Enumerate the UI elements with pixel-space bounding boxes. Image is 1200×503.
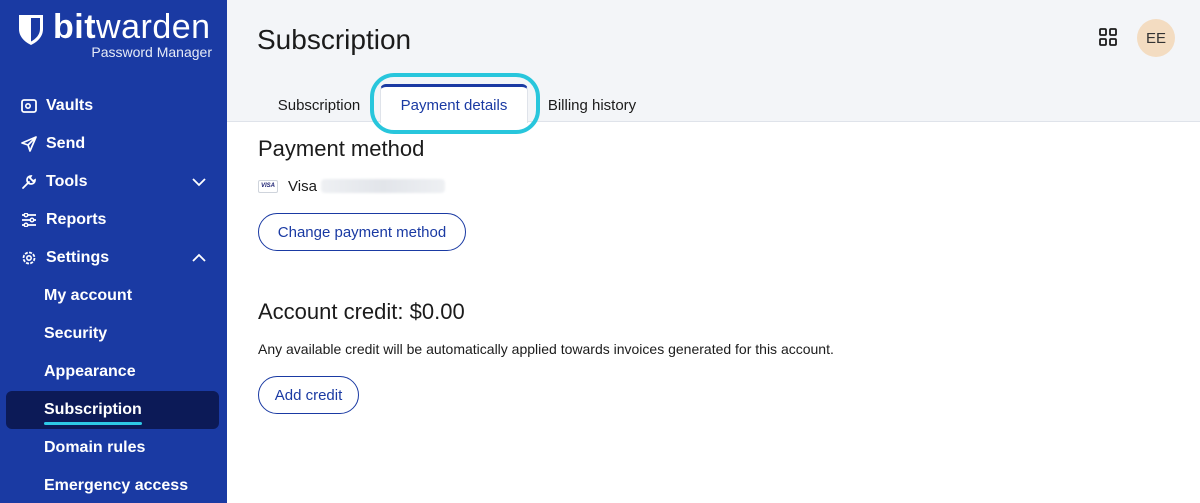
payment-method-row: VISA Visa [258, 177, 445, 195]
wrench-icon [20, 173, 38, 191]
payment-method-heading: Payment method [258, 136, 425, 161]
product-switcher-icon[interactable] [1098, 27, 1118, 47]
sidebar-item-label: My account [44, 287, 133, 304]
change-payment-method-button[interactable]: Change payment method [258, 213, 466, 251]
vault-icon [20, 97, 38, 115]
sidebar-item-label: Emergency access [44, 477, 189, 494]
account-credit-description: Any available credit will be automatical… [258, 341, 834, 357]
sidebar-item-settings[interactable]: Settings [8, 239, 219, 277]
tab-billing-history[interactable]: Billing history [534, 88, 650, 122]
send-icon [20, 135, 38, 153]
visa-card-icon: VISA [258, 179, 278, 193]
sidebar-item-label: Security [44, 325, 108, 342]
sidebar-item-label: Reports [46, 211, 107, 228]
account-credit-heading: Account credit: $0.00 [258, 299, 465, 324]
tab-payment-details[interactable]: Payment details [380, 84, 528, 123]
add-credit-button[interactable]: Add credit [258, 376, 359, 414]
sidebar-item-label: Vaults [46, 97, 94, 114]
bitwarden-logo[interactable]: bitwarden Password Manager [17, 8, 212, 64]
sidebar-item-label: Subscription [44, 401, 142, 425]
sidebar-item-label: Settings [46, 249, 110, 266]
sidebar-item-subscription[interactable]: Subscription [6, 391, 219, 429]
brand-name: bitwarden [53, 8, 211, 46]
avatar[interactable]: EE [1137, 19, 1175, 57]
sidebar-item-label: Domain rules [44, 439, 146, 456]
sidebar-item-appearance[interactable]: Appearance [6, 353, 219, 391]
chevron-down-icon[interactable] [191, 174, 207, 190]
bitwarden-shield-icon [19, 15, 43, 45]
sidebar-item-label: Tools [46, 173, 88, 190]
page-title: Subscription [257, 24, 412, 55]
sliders-icon [20, 211, 38, 229]
sidebar-item-security[interactable]: Security [6, 315, 219, 353]
sidebar-item-send[interactable]: Send [8, 125, 219, 163]
sidebar-item-domain-rules[interactable]: Domain rules [6, 429, 219, 467]
sidebar-item-label: Send [46, 135, 86, 152]
sidebar: bitwarden Password Manager Vaults Send T… [0, 0, 227, 503]
sidebar-item-emergency-access[interactable]: Emergency access [6, 467, 219, 503]
sidebar-item-reports[interactable]: Reports [8, 201, 219, 239]
masked-card-number [320, 179, 445, 193]
card-brand-label: Visa [288, 177, 317, 195]
tab-subscription[interactable]: Subscription [264, 88, 374, 122]
gear-icon [20, 249, 38, 267]
sidebar-item-tools[interactable]: Tools [8, 163, 219, 201]
sidebar-item-vaults[interactable]: Vaults [8, 87, 219, 125]
sidebar-item-label: Appearance [44, 363, 136, 380]
sidebar-item-my-account[interactable]: My account [6, 277, 219, 315]
chevron-up-icon[interactable] [191, 250, 207, 266]
product-name: Password Manager [91, 44, 212, 60]
